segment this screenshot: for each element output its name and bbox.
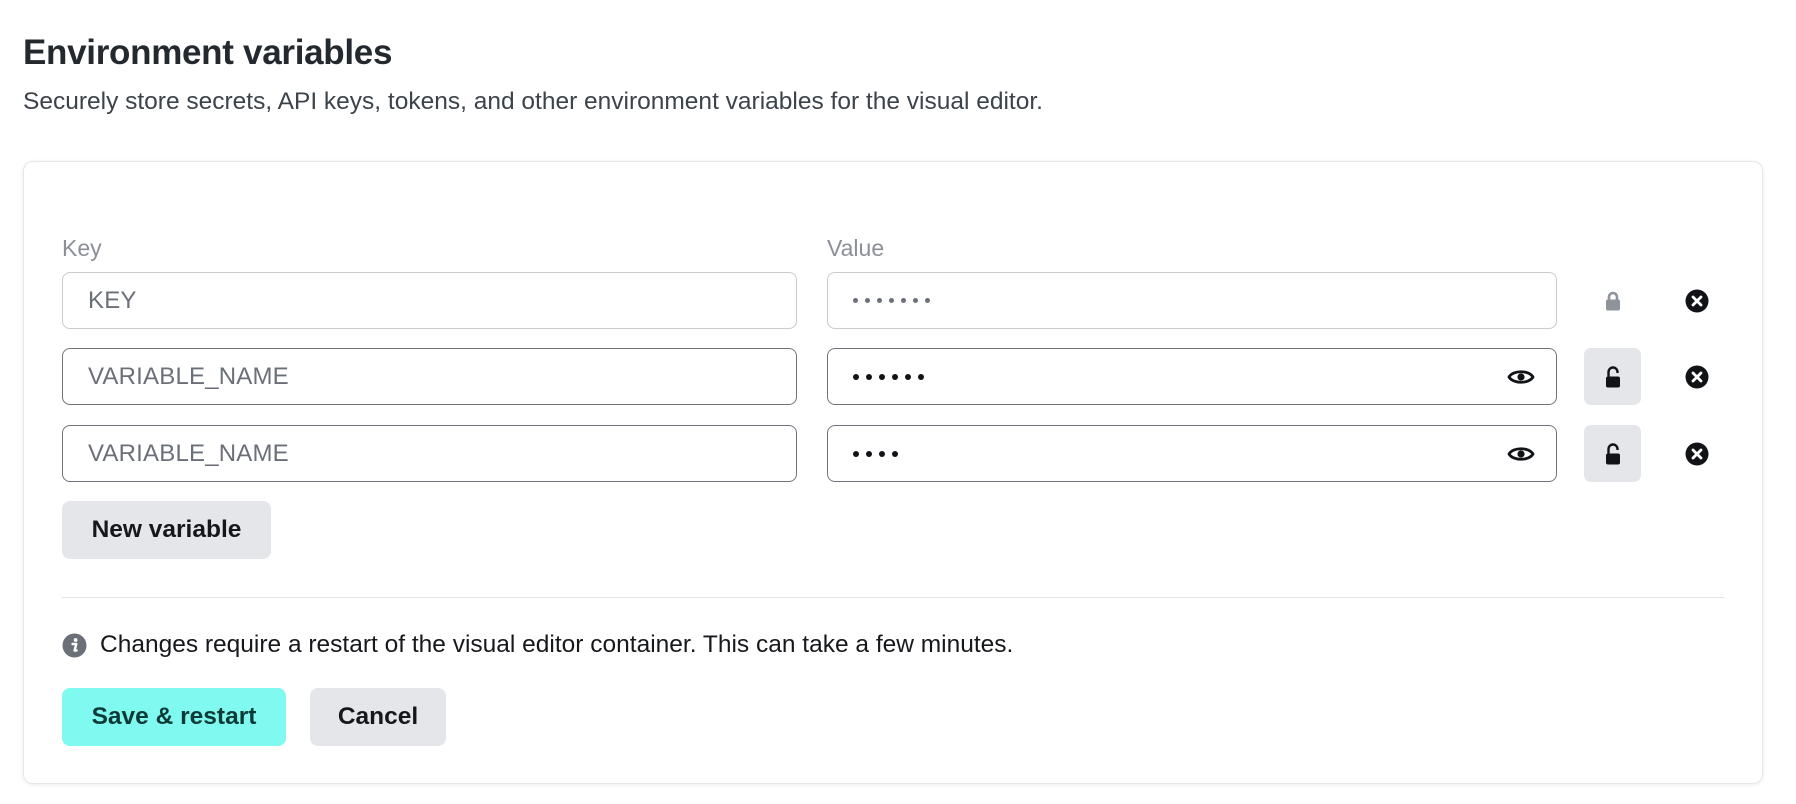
lock-closed-icon (1605, 291, 1620, 310)
masked-value (853, 450, 898, 457)
mask-dot (853, 298, 858, 303)
lock-button[interactable] (1584, 425, 1641, 482)
mask-dot (913, 298, 918, 303)
variable-row: VARIABLE_NAME (0, 348, 1796, 405)
cancel-button[interactable]: Cancel (310, 688, 446, 746)
lock-button[interactable] (1584, 348, 1641, 405)
variable-row: VARIABLE_NAME (0, 425, 1796, 482)
page-subtitle: Securely store secrets, API keys, tokens… (23, 88, 1043, 115)
masked-value (853, 298, 930, 303)
mask-dot (918, 373, 924, 380)
mask-dot (879, 373, 885, 380)
mask-dot (925, 298, 930, 303)
eye-icon (1507, 369, 1535, 384)
mask-dot (889, 298, 894, 303)
key-input-placeholder: VARIABLE_NAME (88, 439, 289, 467)
key-input[interactable]: KEY (62, 272, 797, 329)
value-input[interactable] (827, 272, 1557, 329)
mask-dot (853, 373, 859, 380)
info-icon (62, 633, 87, 657)
close-circle-icon (1685, 442, 1708, 465)
mask-dot (866, 450, 872, 457)
remove-row-button[interactable] (1684, 364, 1709, 389)
mask-dot (879, 450, 885, 457)
divider (62, 597, 1724, 598)
key-input-placeholder: VARIABLE_NAME (88, 362, 289, 390)
value-input[interactable] (827, 425, 1557, 482)
close-circle-icon (1685, 289, 1708, 312)
eye-icon (1507, 446, 1535, 461)
key-input[interactable]: VARIABLE_NAME (62, 348, 797, 405)
restart-notice: Changes require a restart of the visual … (62, 631, 1013, 659)
value-column-label: Value (827, 235, 885, 261)
lock-open-icon (1605, 365, 1620, 387)
mask-dot (892, 450, 898, 457)
lock-open-icon (1605, 442, 1620, 464)
value-input[interactable] (827, 348, 1557, 405)
mask-dot (905, 373, 911, 380)
environment-variables-page: Environment variables Securely store sec… (0, 0, 1796, 804)
save-and-restart-button[interactable]: Save & restart (62, 688, 286, 746)
show-value-toggle[interactable] (1506, 366, 1536, 388)
mask-dot (866, 373, 872, 380)
lock-button[interactable] (1584, 272, 1641, 329)
new-variable-button[interactable]: New variable (62, 501, 271, 559)
key-input[interactable]: VARIABLE_NAME (62, 425, 797, 482)
mask-dot (865, 298, 870, 303)
remove-row-button[interactable] (1684, 441, 1709, 466)
page-title: Environment variables (23, 33, 393, 72)
remove-row-button[interactable] (1684, 288, 1709, 313)
key-column-label: Key (62, 235, 102, 261)
mask-dot (877, 298, 882, 303)
restart-notice-text: Changes require a restart of the visual … (100, 631, 1014, 658)
mask-dot (892, 373, 898, 380)
mask-dot (853, 450, 859, 457)
close-circle-icon (1685, 365, 1708, 388)
show-value-toggle[interactable] (1506, 443, 1536, 465)
masked-value (853, 373, 924, 380)
variable-row: KEY (0, 272, 1796, 329)
mask-dot (901, 298, 906, 303)
key-input-value: KEY (88, 286, 137, 314)
